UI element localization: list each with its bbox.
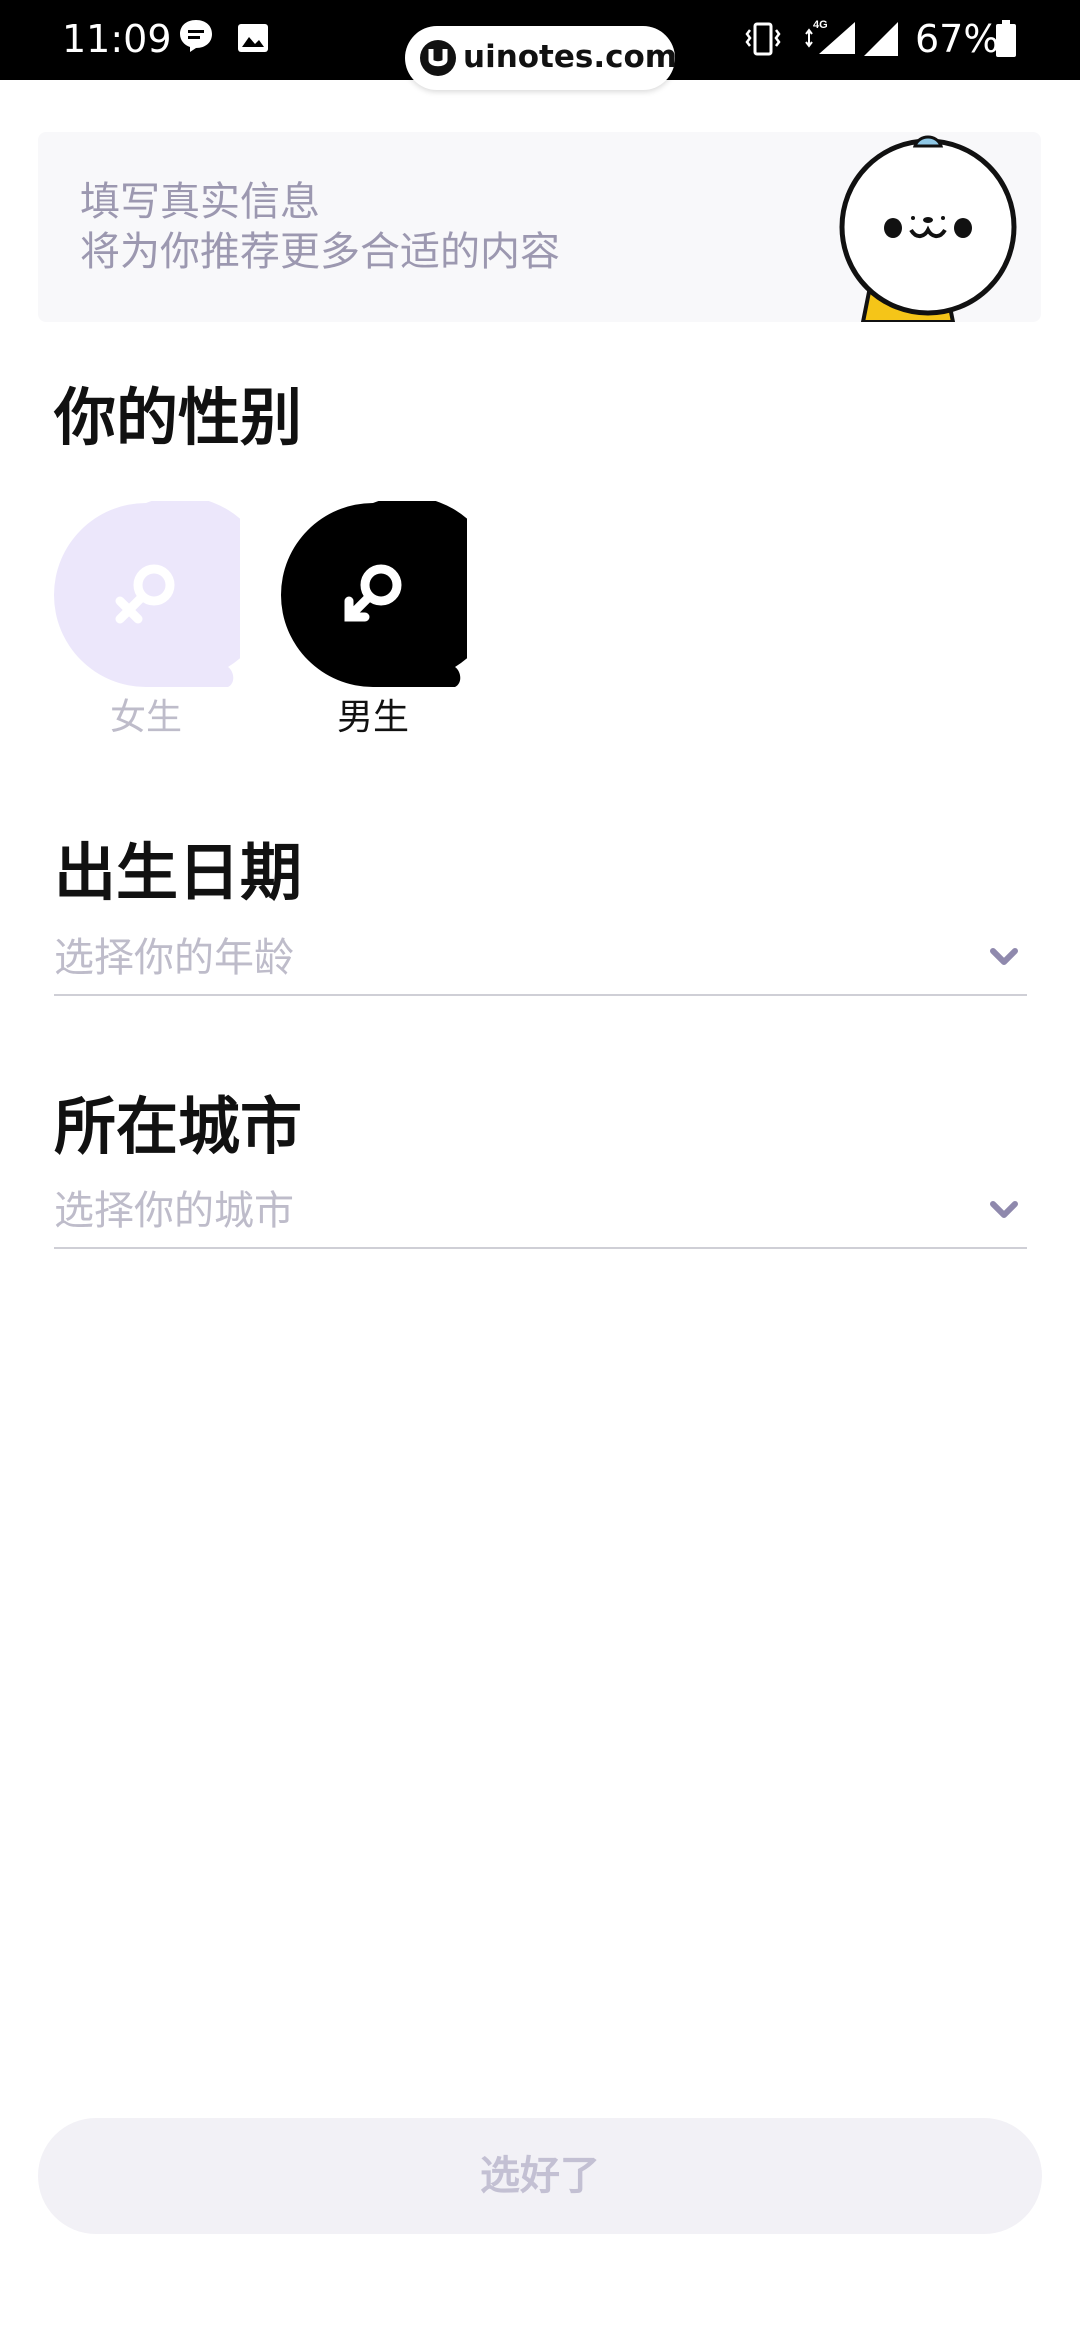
svg-text:4G: 4G: [813, 19, 828, 31]
gender-female-button[interactable]: [52, 501, 240, 689]
gender-male-button[interactable]: [279, 501, 467, 689]
birth-date-title: 出生日期: [54, 836, 303, 909]
network-4g-icon: 4G: [805, 18, 857, 62]
image-icon: [237, 23, 269, 57]
watermark-text: uinotes.com: [463, 39, 678, 75]
city-title: 所在城市: [54, 1090, 303, 1163]
city-select[interactable]: 选择你的城市: [54, 1185, 1027, 1249]
watermark-pill: uinotes.com: [405, 26, 678, 90]
birth-date-placeholder: 选择你的年龄: [54, 935, 294, 981]
birth-date-select[interactable]: 选择你的年龄: [54, 932, 1027, 996]
chevron-down-icon: [989, 946, 1019, 972]
signal-icon: [860, 20, 900, 64]
city-placeholder: 选择你的城市: [54, 1188, 294, 1234]
confirm-button[interactable]: 选好了: [38, 2118, 1042, 2234]
gender-male-label: 男生: [336, 697, 409, 738]
uinotes-logo-icon: [420, 40, 456, 76]
battery-icon: [995, 20, 1017, 62]
status-time: 11:09: [62, 17, 172, 61]
info-banner: 填写真实信息 将为你推荐更多合适的内容: [38, 132, 1041, 322]
banner-line-2: 将为你推荐更多合适的内容: [80, 229, 560, 275]
message-icon: [178, 18, 214, 58]
banner-line-1: 填写真实信息: [80, 179, 320, 225]
gender-female-label: 女生: [109, 697, 182, 738]
battery-percent: 67%: [915, 17, 1000, 61]
gender-title: 你的性别: [54, 381, 303, 454]
seal-mascot-icon: [839, 135, 1017, 322]
chevron-down-icon: [989, 1199, 1019, 1225]
vibrate-icon: [745, 20, 781, 64]
